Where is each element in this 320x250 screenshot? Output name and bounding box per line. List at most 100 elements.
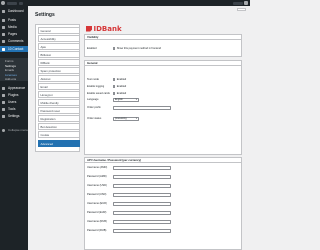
checkbox-text: Enabled	[116, 92, 127, 95]
sidebar-item-users[interactable]: Users	[0, 99, 28, 105]
submenu-item-licenses[interactable]: Licenses	[5, 73, 17, 77]
field-label: Username (RUB)	[87, 220, 107, 224]
wordpress-logo-icon[interactable]	[1, 1, 5, 5]
field-label: Username (EUR)	[87, 202, 107, 206]
panel-title: Visibility	[85, 35, 241, 40]
idbank-logo: IDBank	[86, 24, 122, 33]
field-label: Enable logging	[87, 85, 105, 88]
comment-icon	[2, 39, 5, 43]
username-eur-input[interactable]	[113, 202, 171, 206]
tab-password-reset[interactable]: Password reset	[37, 107, 80, 114]
username-rub-input[interactable]	[113, 220, 171, 224]
general-panel: General Test mode Enabled Enable logging…	[84, 60, 242, 155]
password-rub-input[interactable]	[113, 229, 171, 233]
visibility-panel: Visibility Enabled Show this payment met…	[84, 34, 242, 57]
settings-icon	[2, 114, 5, 118]
field-label: Password (AMD)	[87, 175, 107, 179]
admin-bar	[0, 0, 250, 6]
panel-title: API Username / Password (per currency)	[85, 158, 241, 163]
submenu-item-emails[interactable]: Emails	[5, 68, 14, 72]
api-credentials-panel: API Username / Password (per currency) U…	[84, 157, 242, 250]
test-mode-checkbox[interactable]	[113, 78, 116, 81]
password-usd-input[interactable]	[113, 193, 171, 197]
account-menu[interactable]	[233, 1, 243, 5]
tab-spam-protection[interactable]: Spam protection	[37, 67, 80, 74]
users-icon	[2, 100, 5, 104]
sidebar-item-tools[interactable]: Tools	[0, 106, 28, 112]
avatar[interactable]	[244, 1, 248, 5]
sidebar-item-pages[interactable]: Pages	[0, 31, 28, 37]
order-status-select[interactable]: processing ▾	[113, 117, 139, 121]
tab-registration[interactable]: Registration	[37, 115, 80, 122]
tab-akismet[interactable]: Akismet	[37, 75, 80, 82]
field-label: Password (EUR)	[87, 211, 107, 215]
tab-cookie[interactable]: Cookie	[37, 131, 80, 138]
settings-tabs: General Accessibility Ajax Bitfusion IDB…	[35, 24, 80, 152]
tab-ajax[interactable]: Ajax	[37, 43, 80, 50]
collapse-menu-button[interactable]: Collapse menu	[2, 128, 28, 132]
sidebar-item-comments[interactable]: Comments	[0, 38, 28, 44]
idbank-logo-icon	[86, 25, 92, 32]
password-eur-input[interactable]	[113, 211, 171, 215]
field-label: Enabled	[87, 47, 97, 50]
brush-icon	[2, 86, 5, 90]
plug-icon	[2, 93, 5, 97]
password-amd-input[interactable]	[113, 175, 171, 179]
sidebar-item-dashboard[interactable]: Dashboard	[0, 8, 28, 14]
field-label: Language	[87, 98, 99, 102]
chevron-down-icon: ▾	[135, 98, 137, 102]
site-name-link[interactable]	[7, 1, 17, 5]
field-label: Order prefix	[87, 106, 101, 110]
sidebar-item-media[interactable]: Media	[0, 24, 28, 30]
new-content-link[interactable]	[19, 1, 23, 5]
wrench-icon	[2, 107, 5, 111]
checkbox-text: Enabled	[116, 78, 127, 81]
field-label: Password (RUB)	[87, 229, 107, 233]
sidebar-item-plugins[interactable]: Plugins	[0, 92, 28, 98]
sidebar-item-posts[interactable]: Posts	[0, 17, 28, 23]
tab-accessibility[interactable]: Accessibility	[37, 35, 80, 42]
pin-icon	[2, 18, 5, 22]
tab-idbank[interactable]: IDBank	[37, 59, 80, 66]
tab-bitfusion[interactable]: Bitfusion	[37, 51, 80, 58]
sidebar-submenu: Forms Settings Emails Licenses Add-ons	[0, 58, 28, 81]
order-prefix-input[interactable]	[113, 106, 171, 110]
settings-content: IDBank Visibility Enabled Show this paym…	[81, 24, 244, 250]
sidebar-item-settings[interactable]: Settings	[0, 113, 28, 119]
submenu-item-addons[interactable]: Add-ons	[5, 77, 16, 81]
tab-mobile-friendly[interactable]: Mobile-friendly	[37, 99, 80, 106]
media-icon	[2, 25, 5, 29]
enabled-checkbox[interactable]	[113, 47, 116, 50]
field-label: Order status	[87, 117, 102, 121]
chevron-down-icon: ▾	[135, 117, 137, 121]
tab-email[interactable]: Email	[37, 83, 80, 90]
field-label: Username (AMD)	[87, 166, 108, 170]
submenu-item-settings[interactable]: Settings	[5, 64, 16, 68]
sidebar-item-appearance[interactable]: Appearance	[0, 85, 28, 91]
field-label: Test mode	[87, 78, 99, 81]
username-usd-input[interactable]	[113, 184, 171, 188]
submenu-item-forms[interactable]: Forms	[5, 59, 14, 63]
panel-title: General	[85, 61, 241, 66]
tab-general[interactable]: General	[37, 27, 80, 34]
page-icon	[2, 32, 5, 36]
page-title: Settings	[35, 12, 55, 18]
language-select[interactable]: English ▾	[113, 98, 139, 102]
checkbox-text: Show this payment method in frontend	[116, 47, 161, 50]
admin-sidebar: Dashboard Posts Media Pages Comments 10 …	[0, 6, 28, 250]
screen-options-button[interactable]	[237, 8, 246, 11]
username-amd-input[interactable]	[113, 166, 171, 170]
tab-advanced[interactable]: Advanced	[37, 140, 80, 147]
field-label: Enable saved cards	[87, 92, 110, 95]
sidebar-item-contact[interactable]: 10 Contact	[0, 46, 28, 52]
tab-bot-detection[interactable]: Bot detection	[37, 123, 80, 130]
saved-cards-checkbox[interactable]	[113, 92, 116, 95]
logging-checkbox[interactable]	[113, 85, 116, 88]
checkbox-text: Enabled	[116, 85, 127, 88]
field-label: Password (USD)	[87, 193, 107, 197]
dashboard-icon	[2, 9, 5, 13]
field-label: Username (USD)	[87, 184, 107, 188]
collapse-icon	[2, 128, 5, 132]
mail-icon	[2, 47, 5, 51]
tab-honeypot[interactable]: Honeypot	[37, 91, 80, 98]
